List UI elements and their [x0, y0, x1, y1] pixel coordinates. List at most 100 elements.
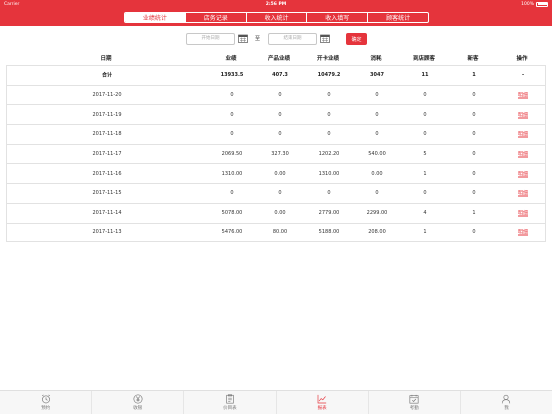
total-consumption: 3047 — [370, 72, 384, 79]
cell-new-customers: 0 — [472, 151, 476, 158]
nav-item-cashier[interactable]: 收银 — [92, 391, 185, 414]
cell-performance: 0 — [230, 190, 234, 197]
cell-product-performance: 0.00 — [274, 210, 286, 217]
cell-card-performance: 0 — [327, 131, 331, 138]
table-row: 2017-11-19 0 0 0 0 0 0 明细 — [6, 104, 546, 125]
table-row: 2017-11-13 5476.00 80.00 5188.00 208.00 … — [6, 222, 546, 243]
cell-performance: 5476.00 — [221, 229, 243, 236]
cell-new-customers: 1 — [472, 210, 476, 217]
detail-link[interactable]: 明细 — [518, 170, 528, 177]
cell-date: 2017-11-13 — [92, 229, 122, 236]
nav-item-price-list[interactable]: 价目表 — [184, 391, 277, 414]
total-action: - — [521, 72, 525, 79]
battery-percent: 100% — [521, 1, 534, 7]
cell-performance: 0 — [230, 111, 234, 118]
start-date-input[interactable]: 开始日期 — [186, 33, 235, 45]
tab-store-records[interactable]: 店务记录 — [186, 12, 247, 22]
start-calendar-icon[interactable] — [238, 34, 248, 43]
date-range-separator: 至 — [255, 36, 261, 42]
cell-date: 2017-11-20 — [92, 92, 122, 99]
cell-card-performance: 0 — [327, 190, 331, 197]
cell-new-customers: 0 — [472, 131, 476, 138]
cell-performance: 0 — [230, 131, 234, 138]
cell-new-customers: 0 — [472, 190, 476, 197]
table-row: 2017-11-18 0 0 0 0 0 0 明细 — [6, 124, 546, 144]
battery-indicator: 100% — [521, 1, 548, 7]
total-new-customers: 1 — [472, 72, 476, 79]
cell-product-performance: 0 — [278, 190, 282, 197]
tab-income-entry[interactable]: 收入填写 — [307, 12, 369, 22]
detail-link[interactable]: 明细 — [518, 229, 528, 236]
end-calendar-icon[interactable] — [320, 34, 330, 43]
detail-link[interactable]: 明细 — [518, 151, 528, 158]
detail-link[interactable]: 明细 — [518, 111, 528, 118]
cell-consumption: 0 — [375, 92, 379, 99]
cell-product-performance: 0.00 — [274, 170, 286, 177]
cell-date: 2017-11-19 — [92, 111, 122, 118]
attendance-calendar-icon — [409, 394, 419, 404]
detail-link[interactable]: 明细 — [518, 131, 528, 138]
cell-consumption: 208.00 — [368, 229, 386, 236]
nav-label: 预约 — [41, 406, 51, 411]
nav-item-me[interactable]: 我 — [461, 391, 552, 414]
table-row: 2017-11-17 2069.50 327.30 1202.20 540.00… — [6, 143, 546, 164]
column-header-new-customers: 新客 — [467, 56, 479, 62]
total-store-visitors: 11 — [421, 72, 429, 79]
cell-consumption: 0 — [375, 131, 379, 138]
cell-performance: 5078.00 — [221, 210, 243, 217]
cell-store-visitors: 1 — [423, 170, 427, 177]
column-header-action: 操作 — [516, 56, 528, 62]
total-product-performance: 407.3 — [272, 72, 288, 79]
cell-new-customers: 0 — [472, 229, 476, 236]
total-row: 合计 13933.5 407.3 10479.2 3047 11 1 - — [6, 65, 546, 85]
cell-store-visitors: 0 — [423, 190, 427, 197]
bottom-tab-bar: 预约 收银 价目表 报表 考勤 我 — [0, 390, 552, 414]
column-header-performance: 业绩 — [225, 56, 237, 62]
nav-label: 考勤 — [409, 406, 419, 411]
cell-consumption: 540.00 — [368, 151, 386, 158]
cell-consumption: 0.00 — [371, 170, 383, 177]
tab-performance-stats[interactable]: 业绩统计 — [125, 12, 186, 22]
nav-item-attendance[interactable]: 考勤 — [369, 391, 461, 414]
cell-new-customers: 0 — [472, 170, 476, 177]
nav-item-appointment[interactable]: 预约 — [0, 391, 93, 414]
segmented-tabs: 业绩统计 店务记录 收入统计 收入填写 顾客统计 — [124, 11, 429, 23]
tab-income-stats[interactable]: 收入统计 — [247, 12, 308, 22]
cell-store-visitors: 0 — [423, 131, 427, 138]
table-row: 2017-11-20 0 0 0 0 0 0 明细 — [6, 84, 546, 105]
confirm-button[interactable]: 确定 — [346, 33, 367, 45]
column-header-product-performance: 产品业绩 — [267, 56, 291, 62]
table-row: 2017-11-16 1310.00 0.00 1310.00 0.00 1 0… — [6, 163, 546, 184]
cell-card-performance: 2779.00 — [318, 210, 340, 217]
cell-product-performance: 0 — [278, 111, 282, 118]
total-performance: 13933.5 — [220, 72, 244, 79]
nav-item-report[interactable]: 报表 — [277, 391, 369, 414]
column-header-store-visitors: 到店顾客 — [412, 56, 436, 62]
detail-link[interactable]: 明细 — [518, 210, 528, 217]
cell-product-performance: 327.30 — [271, 151, 289, 158]
cell-consumption: 0 — [375, 111, 379, 118]
yen-icon — [133, 394, 143, 404]
nav-label: 收银 — [133, 406, 143, 411]
cell-new-customers: 0 — [472, 92, 476, 99]
cell-store-visitors: 4 — [423, 210, 427, 217]
total-card-performance: 10479.2 — [317, 72, 341, 79]
table-header: 日期 业绩 产品业绩 开卡业绩 消耗 到店顾客 新客 操作 — [6, 52, 546, 64]
cell-date: 2017-11-14 — [92, 210, 122, 217]
cell-new-customers: 0 — [472, 111, 476, 118]
detail-link[interactable]: 明细 — [518, 92, 528, 99]
nav-label: 报表 — [317, 406, 327, 411]
end-date-input[interactable]: 结束日期 — [268, 33, 317, 45]
cell-store-visitors: 1 — [423, 229, 427, 236]
detail-link[interactable]: 明细 — [518, 190, 528, 197]
cell-card-performance: 1202.20 — [318, 151, 340, 158]
tab-customer-stats[interactable]: 顾客统计 — [368, 13, 428, 22]
cell-consumption: 2299.00 — [366, 210, 388, 217]
header-bar: 业绩统计 店务记录 收入统计 收入填写 顾客统计 — [0, 9, 552, 26]
cell-store-visitors: 5 — [423, 151, 427, 158]
cell-date: 2017-11-16 — [92, 170, 122, 177]
battery-icon — [536, 1, 548, 7]
nav-label: 我 — [504, 406, 509, 411]
status-bar: Carrier 2:56 PM 100% — [0, 0, 552, 9]
cell-card-performance: 0 — [327, 92, 331, 99]
